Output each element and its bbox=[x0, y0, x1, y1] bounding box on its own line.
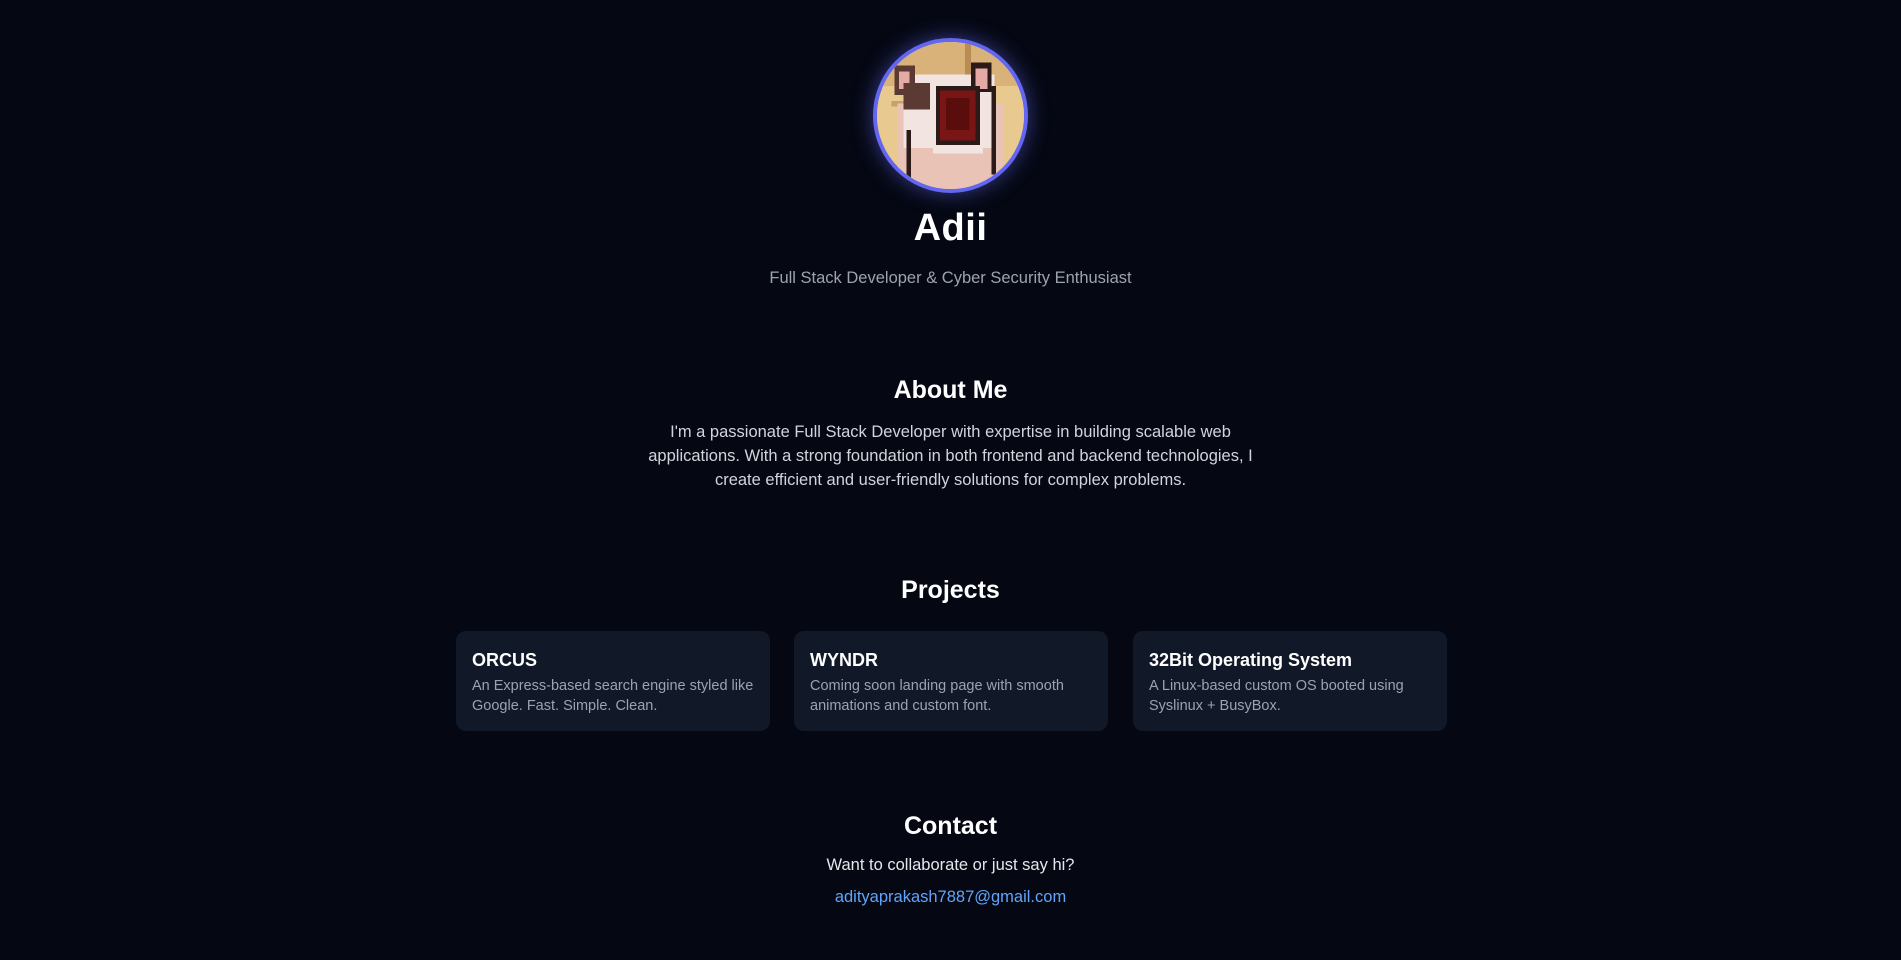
profile-tagline: Full Stack Developer & Cyber Security En… bbox=[769, 269, 1132, 287]
projects-section: Projects ORCUS An Express-based search e… bbox=[0, 574, 1901, 731]
project-card-orcus[interactable]: ORCUS An Express-based search engine sty… bbox=[456, 631, 770, 731]
page: Adii Full Stack Developer & Cyber Securi… bbox=[0, 0, 1901, 960]
project-title: WYNDR bbox=[810, 650, 878, 670]
project-cards: ORCUS An Express-based search engine sty… bbox=[456, 631, 1447, 731]
contact-email-link[interactable]: adityaprakash7887@gmail.com bbox=[835, 886, 1066, 908]
cat-avatar-icon bbox=[877, 42, 1024, 189]
profile-name: Adii bbox=[913, 207, 988, 249]
avatar bbox=[873, 38, 1028, 193]
project-title: ORCUS bbox=[472, 650, 538, 670]
about-text: I'm a passionate Full Stack Developer wi… bbox=[648, 423, 1253, 489]
contact-section: Contact Want to collaborate or just say … bbox=[0, 810, 1901, 908]
project-card-32bit-os[interactable]: 32Bit Operating System A Linux-based cus… bbox=[1133, 631, 1447, 731]
about-title: About Me bbox=[893, 376, 1008, 404]
project-description: A Linux-based custom OS booted using Sys… bbox=[1149, 678, 1404, 714]
project-description: An Express-based search engine styled li… bbox=[472, 678, 754, 714]
hero: Adii Full Stack Developer & Cyber Securi… bbox=[0, 38, 1901, 289]
project-card-wyndr[interactable]: WYNDR Coming soon landing page with smoo… bbox=[794, 631, 1108, 731]
contact-title: Contact bbox=[903, 812, 998, 840]
projects-title: Projects bbox=[901, 576, 1000, 604]
about-section: About Me I'm a passionate Full Stack Dev… bbox=[0, 374, 1901, 492]
project-description: Coming soon landing page with smooth ani… bbox=[810, 678, 1064, 714]
project-title: 32Bit Operating System bbox=[1149, 650, 1353, 670]
contact-text: Want to collaborate or just say hi? bbox=[826, 856, 1075, 874]
